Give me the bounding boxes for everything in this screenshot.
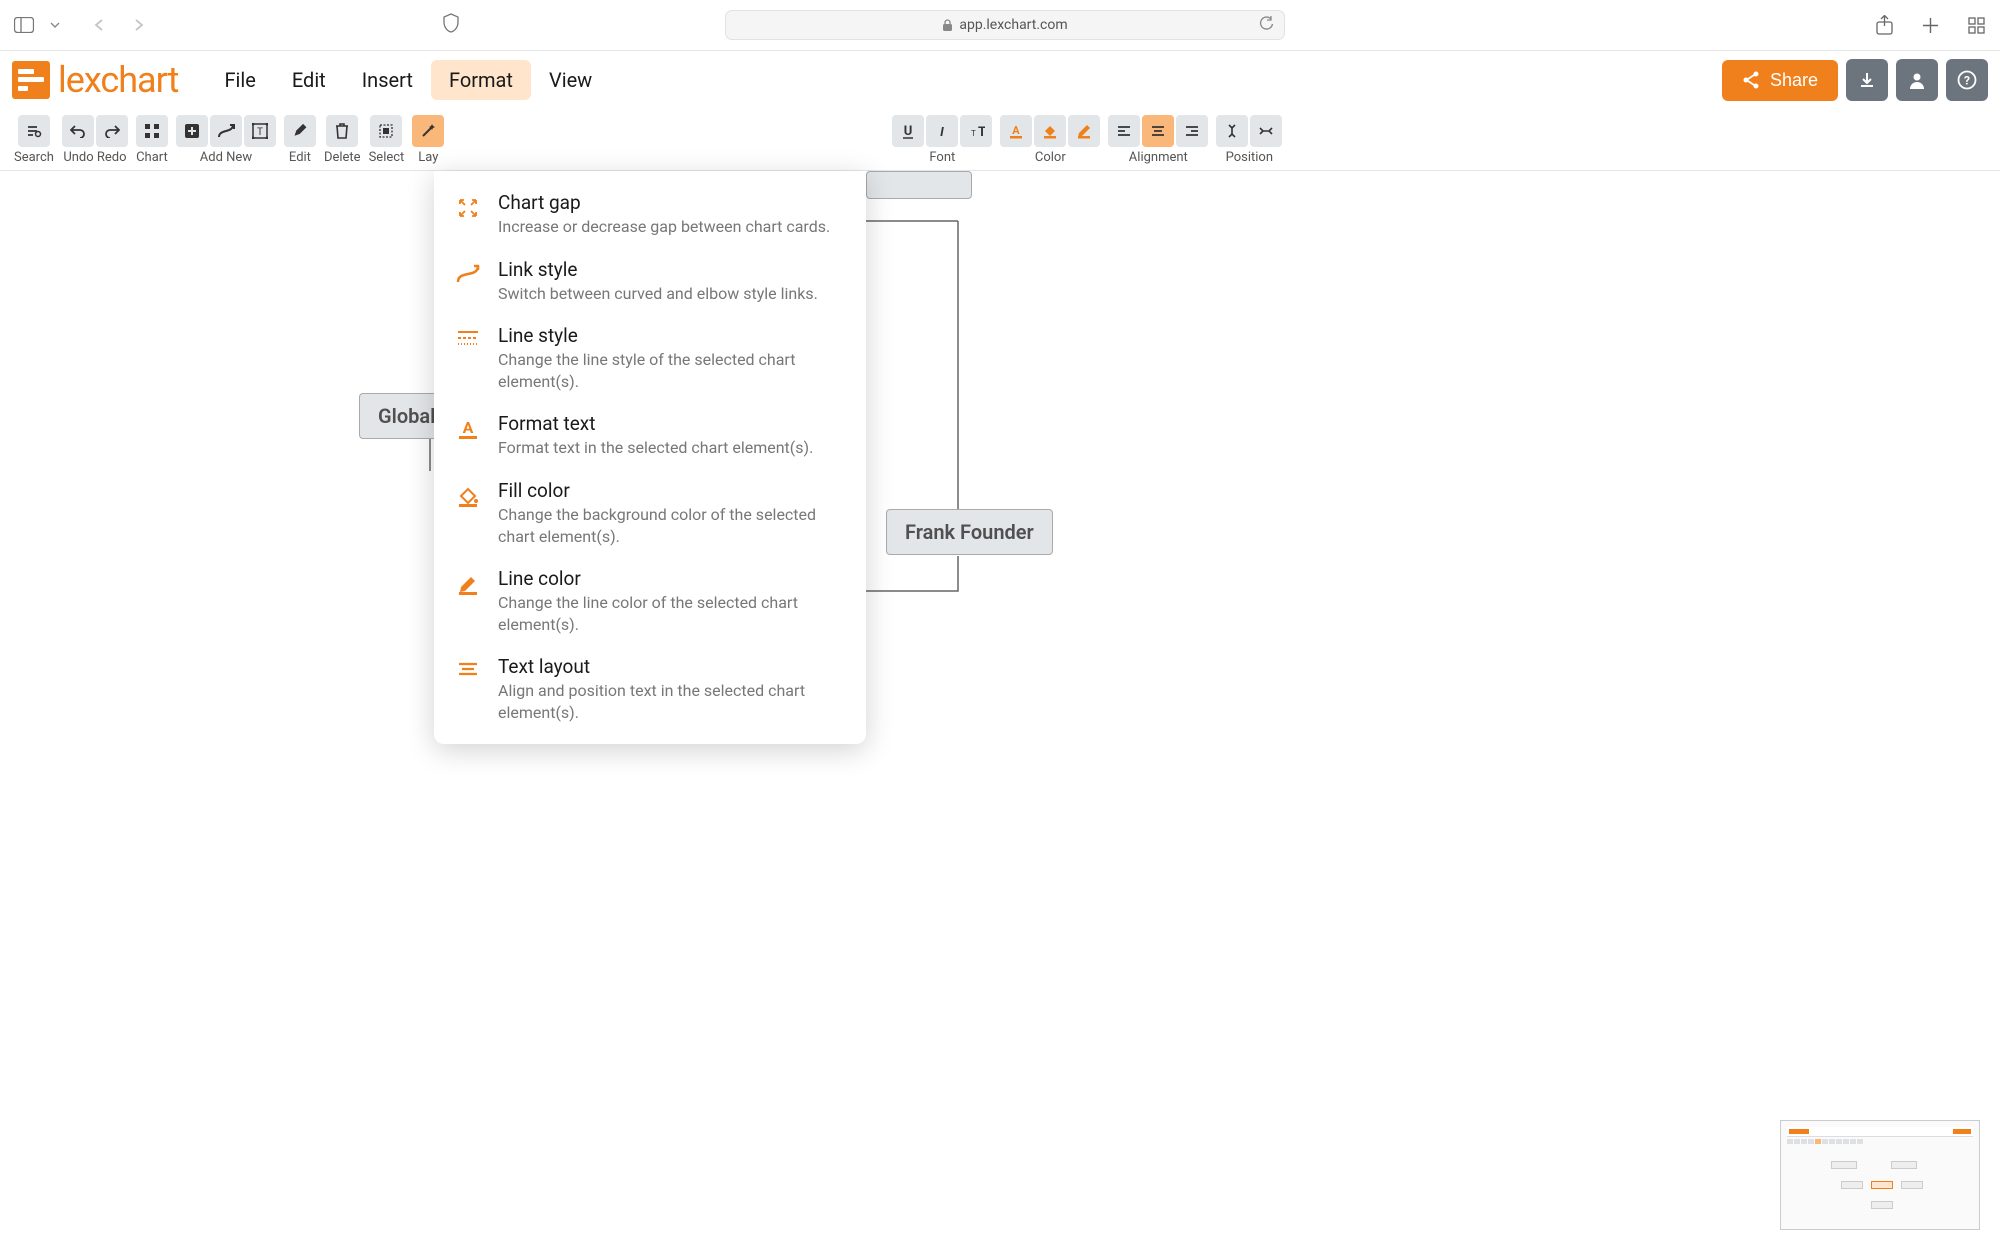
menu-edit[interactable]: Edit [274,60,344,100]
tool-add-card[interactable] [176,115,208,147]
chart-card-global[interactable]: Global P [359,393,434,439]
tool-align-center[interactable] [1142,115,1174,147]
menu-view[interactable]: View [531,60,610,100]
svg-text:T: T [257,127,263,138]
toolgroup-position: Position [1216,115,1282,165]
tool-delete[interactable] [326,115,358,147]
dd-format-text[interactable]: A Format textFormat text in the selected… [434,402,866,469]
dd-text-layout[interactable]: Text layoutAlign and position text in th… [434,645,866,733]
toolgroup-add-new: T Add New [176,115,276,165]
download-button[interactable] [1846,59,1888,101]
dd-line-style[interactable]: Line styleChange the line style of the s… [434,314,866,402]
menu-file[interactable]: File [206,60,273,100]
tabs-grid-icon[interactable] [1962,11,1990,39]
chart-card-frank[interactable]: Frank Founder [886,509,1053,555]
tool-redo[interactable] [96,115,128,147]
browser-chrome: app.lexchart.com [0,0,2000,51]
svg-text:T: T [978,125,985,138]
back-button[interactable] [86,11,114,39]
dd-line-color[interactable]: Line colorChange the line color of the s… [434,557,866,645]
dd-fill-color[interactable]: Fill colorChange the background color of… [434,469,866,557]
svg-text:?: ? [1964,74,1970,88]
tool-search[interactable] [18,115,50,147]
toolgroup-chart: Chart [136,115,168,165]
share-button[interactable]: Share [1722,60,1838,101]
logo-mark-icon [12,61,50,99]
menu-insert[interactable]: Insert [344,60,431,100]
help-button[interactable]: ? [1946,59,1988,101]
chevron-down-icon[interactable] [48,11,62,39]
tool-fill-color[interactable] [1034,115,1066,147]
sidebar-toggle-icon[interactable] [10,11,38,39]
menu-format[interactable]: Format [431,60,531,100]
svg-text:A: A [1013,124,1021,137]
app-bar: lexchart File Edit Insert Format View Sh… [0,51,2000,109]
tool-collapse[interactable] [1216,115,1248,147]
dd-link-style[interactable]: Link styleSwitch between curved and elbo… [434,248,866,315]
refresh-icon[interactable] [1259,16,1274,35]
svg-text:T: T [971,129,976,138]
toolgroup-search: Search [14,115,54,165]
lines-icon [454,324,482,392]
dd-chart-gap[interactable]: Chart gapIncrease or decrease gap betwee… [434,181,866,248]
tool-add-link[interactable] [210,115,242,147]
toolgroup-undo-redo: Undo Redo [62,115,128,165]
tool-layout-wand[interactable] [412,115,444,147]
share-icon[interactable] [1870,11,1898,39]
tool-line-color[interactable] [1068,115,1100,147]
toolgroup-alignment: Alignment [1108,115,1208,165]
tool-undo[interactable] [62,115,94,147]
canvas[interactable]: Global P Capital Source Ira Investor Fra… [0,171,2000,1250]
toolgroup-delete: Delete [324,115,361,165]
svg-text:U: U [904,124,913,139]
logo[interactable]: lexchart [12,59,178,101]
svg-text:A: A [463,418,474,437]
expand-icon [454,191,482,238]
privacy-shield-icon[interactable] [442,13,460,37]
lock-icon [942,19,953,32]
toolgroup-font: U I TT Font [892,115,992,165]
account-button[interactable] [1896,59,1938,101]
link-icon [454,258,482,305]
minimap[interactable] [1780,1120,1980,1230]
align-icon [454,655,482,723]
svg-text:I: I [940,125,944,139]
toolgroup-layout: Lay [412,115,444,165]
tool-edit[interactable] [284,115,316,147]
tool-select[interactable] [370,115,402,147]
url-bar[interactable]: app.lexchart.com [725,10,1285,40]
chart-card-hidden[interactable] [866,171,972,199]
new-tab-icon[interactable] [1916,11,1944,39]
tool-align-left[interactable] [1108,115,1140,147]
format-dropdown: Chart gapIncrease or decrease gap betwee… [434,171,866,744]
tool-add-textbox[interactable]: T [244,115,276,147]
tool-italic[interactable]: I [926,115,958,147]
toolbar: Search Undo Redo Chart T Add New Edit De… [0,109,2000,171]
tool-textsize[interactable]: TT [960,115,992,147]
connectors [0,171,2000,1250]
pencil-line-icon [454,567,482,635]
tool-underline[interactable]: U [892,115,924,147]
tool-align-right[interactable] [1176,115,1208,147]
toolgroup-color: A Color [1000,115,1100,165]
text-a-icon: A [454,412,482,459]
forward-button[interactable] [124,11,152,39]
fill-icon [454,479,482,547]
url-text: app.lexchart.com [959,17,1067,33]
toolgroup-select: Select [369,115,405,165]
toolgroup-edit: Edit [284,115,316,165]
logo-text: lexchart [58,59,178,101]
menubar: File Edit Insert Format View [206,60,610,100]
tool-expand[interactable] [1250,115,1282,147]
tool-text-color[interactable]: A [1000,115,1032,147]
tool-chart[interactable] [136,115,168,147]
share-network-icon [1742,71,1760,89]
